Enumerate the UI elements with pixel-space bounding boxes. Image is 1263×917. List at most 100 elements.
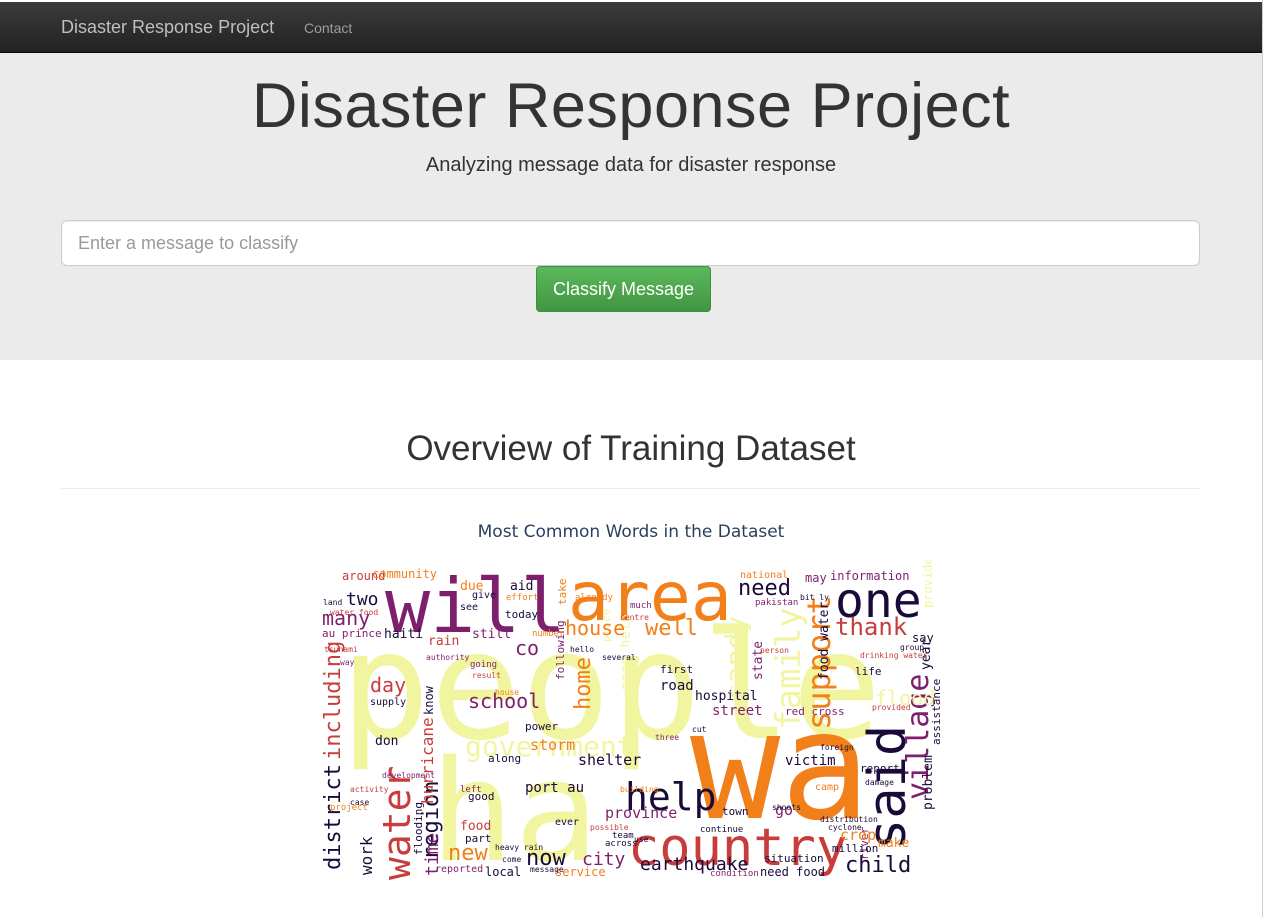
word: much — [630, 601, 652, 611]
chart-title: Most Common Words in the Dataset — [477, 522, 785, 542]
page-title: Disaster Response Project — [251, 71, 1011, 141]
word: activity — [350, 785, 389, 794]
word: child — [845, 853, 911, 878]
word: case — [350, 798, 369, 807]
word: drinking water — [860, 651, 928, 660]
word: problem — [921, 755, 936, 810]
overview-title: Overview of Training Dataset — [406, 429, 856, 468]
word: well — [645, 616, 698, 641]
word: water food — [330, 608, 378, 617]
word: see — [460, 602, 478, 613]
word: town — [722, 805, 749, 818]
word: today — [505, 608, 538, 621]
word: give — [472, 590, 496, 601]
word: rain — [428, 634, 459, 649]
word: still — [472, 627, 511, 642]
word: going — [470, 660, 497, 670]
word: know — [422, 685, 436, 715]
word: come — [502, 855, 521, 864]
word: sandy — [719, 616, 752, 700]
word: home — [571, 657, 596, 710]
word: street — [712, 703, 763, 719]
word: reported — [435, 864, 483, 875]
word: national — [740, 570, 788, 581]
navbar-brand[interactable]: Disaster Response Project — [61, 17, 274, 38]
word: group — [900, 643, 924, 652]
word: development — [382, 771, 435, 780]
word: storm — [530, 736, 575, 754]
word: hospital — [695, 689, 758, 704]
word: shoots — [772, 803, 801, 812]
word: building — [620, 785, 659, 794]
word: person — [760, 646, 789, 655]
word: land — [323, 598, 342, 607]
word: effort — [506, 593, 539, 603]
word: life — [855, 665, 882, 678]
word: along — [488, 752, 521, 765]
word: three — [655, 733, 679, 742]
word: port au — [525, 780, 584, 796]
word: thank — [835, 613, 908, 641]
word: centre — [620, 613, 649, 622]
word: house — [565, 616, 625, 640]
word: cyclone — [828, 823, 862, 832]
word: red cross — [785, 705, 845, 718]
word: pakistan — [755, 598, 798, 608]
word: foreign — [820, 743, 854, 752]
word: victim — [785, 753, 836, 769]
word: province — [605, 804, 677, 822]
word: don — [375, 734, 398, 749]
jumbotron: Disaster Response Project Analyzing mess… — [0, 53, 1262, 360]
word: day — [370, 673, 406, 697]
word: community — [372, 567, 437, 581]
word: food water — [817, 602, 832, 680]
word: new — [448, 841, 488, 866]
word: camp — [815, 782, 839, 793]
word: cut — [692, 725, 707, 734]
word: left — [460, 785, 482, 795]
word: haiti — [384, 627, 423, 642]
word: already — [575, 593, 614, 603]
word: condition — [710, 869, 759, 879]
word: provided — [872, 703, 911, 712]
classify-message-button[interactable]: Classify Message — [536, 266, 711, 312]
word: across — [605, 839, 638, 849]
word: several — [602, 653, 636, 662]
word: continue — [700, 825, 743, 835]
word: local — [485, 865, 521, 879]
word-cloud: people wa ha will area one country help … — [320, 560, 945, 880]
word: authority — [426, 653, 470, 662]
word: power — [525, 720, 558, 733]
word: au prince — [322, 627, 382, 640]
word: house — [495, 688, 519, 697]
word: may — [805, 571, 827, 585]
word: shelter — [578, 751, 641, 769]
word: heavy rain — [495, 843, 543, 852]
word: use — [634, 835, 649, 844]
word: damage — [865, 778, 894, 787]
word: first — [660, 663, 693, 676]
word: aid — [510, 579, 533, 594]
word: take — [556, 579, 569, 606]
word: situation — [764, 852, 824, 865]
word: information — [830, 569, 909, 583]
word: hurricane — [418, 717, 437, 804]
word: road — [660, 678, 694, 694]
word: result — [472, 671, 501, 680]
word: co — [515, 636, 539, 660]
section-divider — [61, 488, 1201, 489]
word: flooding — [412, 802, 425, 855]
navbar: Disaster Response Project Contact — [0, 2, 1262, 53]
nav-link-contact[interactable]: Contact — [304, 20, 352, 36]
word: report — [860, 762, 900, 775]
page-subtitle: Analyzing message data for disaster resp… — [425, 154, 837, 176]
word: make — [878, 836, 909, 851]
word: number — [532, 629, 565, 639]
message-input[interactable] — [61, 220, 1200, 266]
word: message — [530, 865, 564, 874]
word: hello — [570, 645, 594, 654]
word: district — [321, 764, 346, 870]
word: bit ly — [800, 593, 829, 602]
word: need food — [760, 865, 825, 879]
word: way — [340, 658, 355, 667]
